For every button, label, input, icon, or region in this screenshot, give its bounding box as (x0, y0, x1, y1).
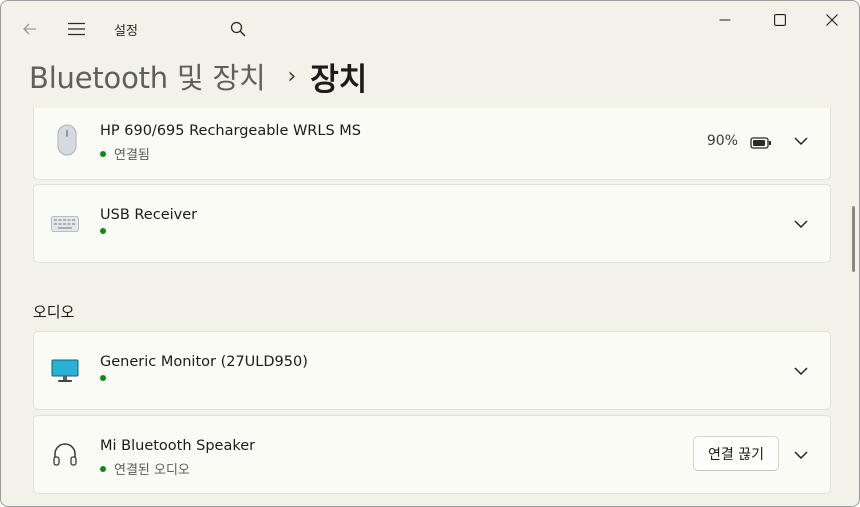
minimize-button[interactable] (699, 1, 751, 39)
connected-dot-icon (100, 228, 106, 234)
chevron-down-icon (794, 220, 808, 228)
device-status-text: 연결된 오디오 (114, 463, 190, 478)
chevron-down-icon (794, 451, 808, 459)
section-title-audio: 오디오 (33, 303, 75, 321)
connected-dot-icon (100, 465, 106, 472)
breadcrumb-parent-link[interactable]: Bluetooth 및 장치 (29, 55, 266, 97)
close-button[interactable] (806, 1, 858, 39)
disconnect-button[interactable]: 연결 끊기 (693, 436, 779, 471)
device-card-hp-mouse[interactable]: HP 690/695 Rechargeable WRLS MS 연결됨 90% (33, 108, 831, 180)
device-status-text: 연결됨 (114, 148, 150, 163)
device-card-usb-receiver[interactable]: USB Receiver (33, 184, 831, 263)
expand-chevron-button[interactable] (790, 360, 812, 382)
device-card-mi-bluetooth-speaker[interactable]: Mi Bluetooth Speaker 연결된 오디오 연결 끊기 (33, 415, 831, 494)
device-name: Generic Monitor (27ULD950) (100, 354, 308, 370)
device-name: HP 690/695 Rechargeable WRLS MS (100, 123, 361, 139)
back-arrow-icon (23, 23, 36, 35)
search-button[interactable] (225, 15, 251, 43)
minimize-icon (719, 19, 731, 21)
navigation-menu-button[interactable] (61, 15, 91, 43)
back-button[interactable] (15, 15, 45, 43)
expand-chevron-button[interactable] (790, 213, 812, 235)
vertical-scrollbar[interactable] (852, 206, 855, 272)
headphones-icon (50, 438, 80, 472)
expand-chevron-button[interactable] (790, 444, 812, 466)
device-list: HP 690/695 Rechargeable WRLS MS 연결됨 90% (1, 108, 859, 506)
battery-icon (750, 137, 771, 149)
chevron-down-icon (794, 137, 808, 145)
connected-dot-icon (100, 150, 106, 157)
chevron-down-icon (794, 367, 808, 375)
page-title: 장치 (310, 61, 368, 98)
breadcrumb-separator-icon: › (287, 63, 297, 89)
expand-chevron-button[interactable] (790, 130, 812, 152)
close-icon (826, 14, 838, 26)
device-name: Mi Bluetooth Speaker (100, 438, 256, 454)
device-name: USB Receiver (100, 207, 198, 223)
device-card-generic-monitor[interactable]: Generic Monitor (27ULD950) (33, 331, 831, 410)
breadcrumb: Bluetooth 및 장치 › 장치 (29, 53, 367, 99)
keyboard-icon (50, 207, 80, 241)
device-status: 연결된 오디오 (100, 459, 190, 478)
monitor-icon (50, 354, 80, 388)
maximize-icon (774, 14, 786, 26)
title-bar: 설정 (1, 1, 859, 49)
device-status (100, 228, 114, 234)
app-title: 설정 (114, 24, 138, 39)
maximize-button[interactable] (754, 1, 806, 39)
search-icon (230, 21, 246, 37)
hamburger-icon (67, 22, 85, 36)
device-status: 연결됨 (100, 144, 150, 163)
battery-percentage: 90% (706, 133, 738, 149)
device-status (100, 375, 114, 381)
connected-dot-icon (100, 375, 106, 381)
settings-window: 설정 Bluetooth 및 장치 › 장치 HP 690/695 Rechar… (0, 0, 860, 507)
mouse-icon (50, 123, 84, 157)
